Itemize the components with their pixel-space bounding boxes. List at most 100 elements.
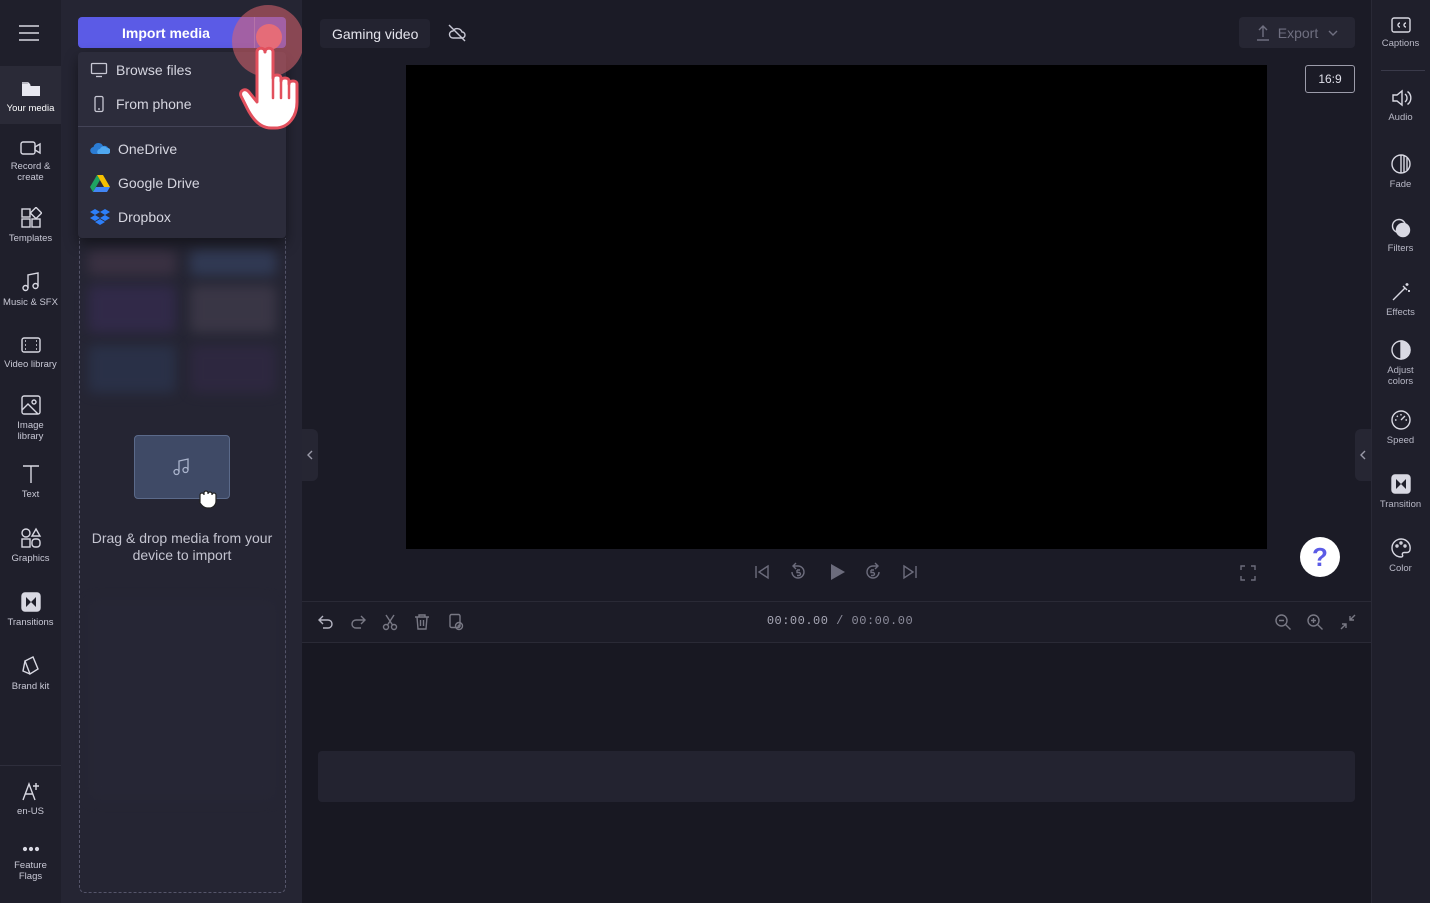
menu-item-label: From phone (116, 96, 192, 112)
panel-effects[interactable]: Effects (1371, 281, 1430, 318)
palette-icon (1390, 537, 1412, 559)
panel-filters[interactable]: Filters (1371, 217, 1430, 254)
nav-divider (0, 765, 61, 766)
drop-instructions: Drag & drop media from your device to im… (91, 530, 273, 563)
total-time: 00:00.00 (851, 614, 914, 628)
onedrive-icon (90, 142, 118, 156)
captions-icon (1390, 16, 1412, 34)
split-icon[interactable] (381, 613, 399, 631)
nav-image-library[interactable]: Image library (0, 394, 61, 442)
blurred-thumbnail (88, 345, 176, 393)
camera-icon (19, 139, 42, 157)
text-icon (20, 463, 42, 485)
current-time: 00:00.00 (766, 614, 829, 628)
filters-icon (1390, 217, 1412, 239)
nav-feature-flags[interactable]: Feature Flags (0, 842, 61, 882)
menu-item-onedrive[interactable]: OneDrive (78, 133, 286, 165)
play-icon[interactable] (827, 562, 847, 582)
dropbox-icon (90, 208, 118, 226)
left-nav (0, 0, 61, 903)
right-properties-panel (1371, 0, 1430, 903)
grab-hand-icon (195, 486, 219, 510)
nav-transitions[interactable]: Transitions (0, 591, 61, 628)
collapse-media-panel-button[interactable] (302, 429, 318, 481)
nav-text[interactable]: Text (0, 463, 61, 500)
panel-color[interactable]: Color (1371, 537, 1430, 574)
panel-adjust-colors[interactable]: Adjust colors (1371, 339, 1430, 387)
right-panel-divider (1381, 70, 1425, 71)
menu-item-label: Google Drive (118, 175, 200, 191)
cloud-off-icon[interactable] (447, 23, 467, 43)
magic-wand-icon (1390, 281, 1412, 303)
hamburger-icon[interactable] (18, 24, 40, 42)
import-media-label: Import media (122, 24, 210, 41)
delete-icon[interactable] (413, 613, 431, 631)
export-button[interactable]: Export (1239, 17, 1355, 48)
fit-timeline-icon[interactable] (1339, 613, 1357, 631)
forward-5-icon[interactable] (863, 562, 883, 582)
panel-fade[interactable]: Fade (1371, 153, 1430, 190)
collapse-properties-button[interactable] (1355, 429, 1371, 481)
menu-item-google-drive[interactable]: Google Drive (78, 167, 286, 199)
music-icon (20, 271, 42, 293)
help-button[interactable]: ? (1300, 537, 1340, 577)
panel-captions[interactable]: Captions (1371, 16, 1430, 49)
duplicate-icon[interactable] (446, 613, 464, 631)
panel-transition[interactable]: Transition (1371, 473, 1430, 510)
nav-brand-kit[interactable]: Brand kit (0, 655, 61, 692)
video-preview[interactable] (406, 65, 1267, 549)
google-drive-icon (90, 174, 118, 192)
zoom-in-icon[interactable] (1306, 613, 1324, 631)
menu-item-label: Browse files (116, 62, 192, 78)
contrast-icon (1390, 339, 1412, 361)
timeline-track[interactable] (318, 751, 1355, 802)
menu-item-label: Dropbox (118, 209, 171, 225)
skip-to-end-icon[interactable] (901, 563, 919, 581)
nav-graphics[interactable]: Graphics (0, 527, 61, 564)
blurred-thumbnail (88, 285, 176, 333)
blurred-thumbnail (88, 250, 176, 276)
panel-speed[interactable]: Speed (1371, 409, 1430, 446)
brand-icon (20, 655, 42, 677)
rewind-5-icon[interactable] (788, 562, 808, 582)
chevron-down-icon (1328, 30, 1338, 36)
templates-icon (20, 207, 42, 229)
monitor-icon (90, 62, 116, 78)
blurred-thumbnail (88, 600, 276, 800)
language-icon (20, 780, 42, 802)
fade-icon (1390, 153, 1412, 175)
nav-language[interactable]: en-US (0, 780, 61, 817)
fullscreen-icon[interactable] (1240, 565, 1256, 581)
upload-icon (1256, 24, 1270, 41)
undo-icon[interactable] (317, 613, 335, 631)
timecode: 00:00.00 / 00:00.00 (740, 614, 940, 628)
redo-icon[interactable] (349, 613, 367, 631)
zoom-out-icon[interactable] (1274, 613, 1292, 631)
menu-item-dropbox[interactable]: Dropbox (78, 201, 286, 233)
export-label: Export (1277, 24, 1319, 41)
chevron-left-icon (1359, 450, 1367, 460)
project-title[interactable]: Gaming video (320, 19, 431, 48)
time-separator: / (828, 614, 852, 628)
transition-icon (1390, 473, 1412, 495)
more-icon (20, 842, 42, 856)
music-icon (171, 456, 193, 478)
skip-to-start-icon[interactable] (753, 563, 771, 581)
nav-video-library[interactable]: Video library (0, 335, 61, 370)
blurred-thumbnail (190, 250, 276, 276)
shapes-icon (20, 527, 42, 549)
transition-icon (20, 591, 42, 613)
nav-record-create[interactable]: Record & create (0, 139, 61, 183)
image-icon (20, 394, 42, 416)
film-icon (20, 335, 42, 355)
speaker-icon (1390, 88, 1412, 108)
blurred-thumbnail (190, 345, 276, 393)
chevron-left-icon (306, 450, 314, 460)
panel-audio[interactable]: Audio (1371, 88, 1430, 123)
aspect-ratio-button[interactable]: 16:9 (1305, 65, 1355, 93)
blurred-thumbnail (190, 285, 276, 333)
nav-music-sfx[interactable]: Music & SFX (0, 271, 61, 308)
nav-your-media[interactable]: Your media (0, 66, 61, 124)
folder-icon (20, 79, 42, 99)
nav-templates[interactable]: Templates (0, 207, 61, 244)
